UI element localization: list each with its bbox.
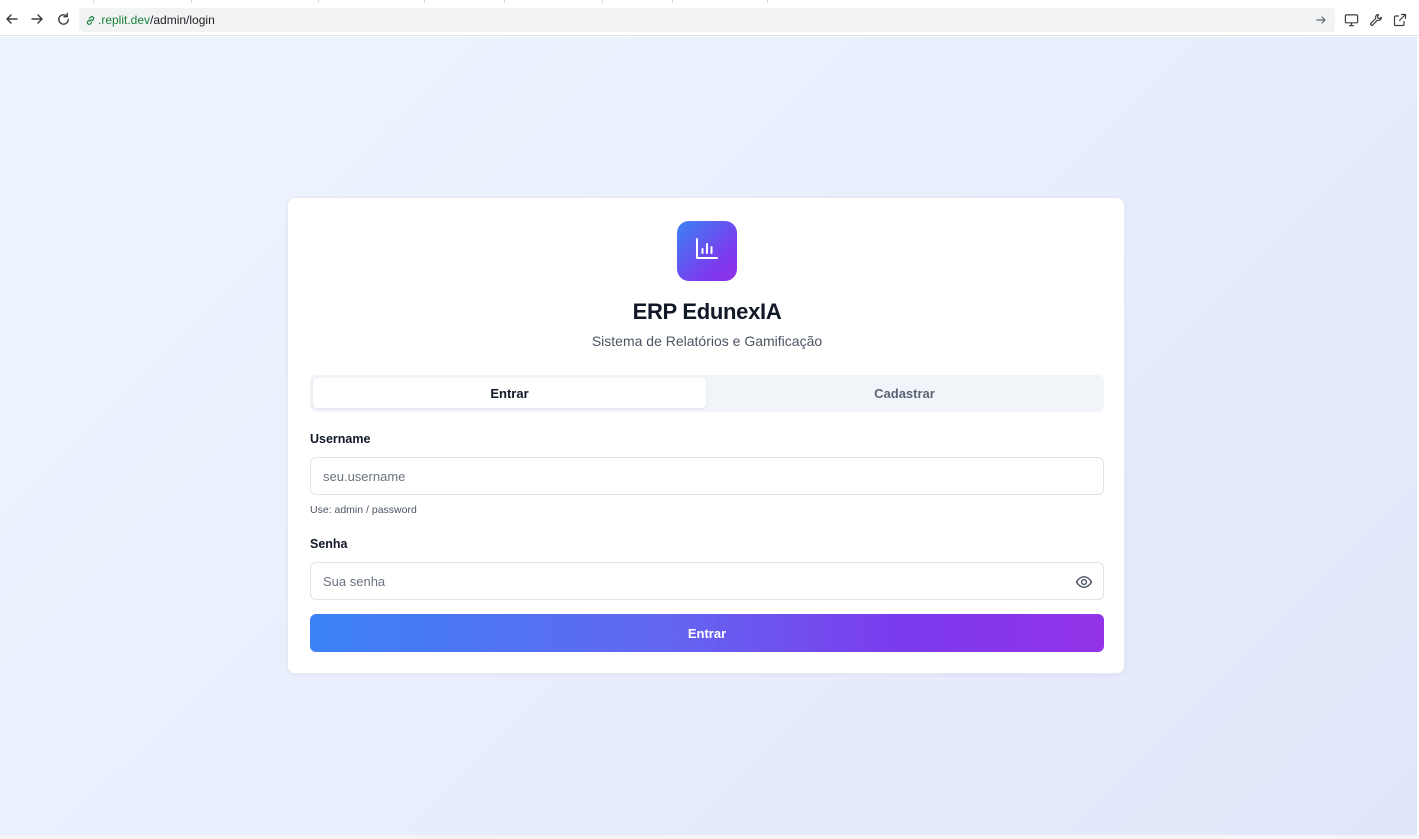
username-input[interactable]: seu.username bbox=[310, 457, 1104, 495]
app-logo bbox=[677, 221, 737, 281]
go-arrow-icon[interactable] bbox=[1313, 12, 1329, 28]
bar-chart-icon bbox=[694, 236, 720, 267]
browser-toolbar: .replit.dev/admin/login bbox=[0, 3, 1419, 36]
password-input[interactable]: Sua senha bbox=[310, 562, 1104, 600]
link-icon bbox=[83, 13, 97, 27]
forward-arrow-icon[interactable] bbox=[27, 9, 47, 29]
reload-icon[interactable] bbox=[53, 9, 73, 29]
username-placeholder: seu.username bbox=[323, 468, 406, 484]
auth-tabs: Entrar Cadastrar bbox=[310, 375, 1104, 412]
external-link-icon[interactable] bbox=[1391, 11, 1409, 29]
app-title: ERP EdunexIA bbox=[632, 299, 782, 324]
address-bar[interactable]: .replit.dev/admin/login bbox=[79, 8, 1335, 32]
tab-cadastrar[interactable]: Cadastrar bbox=[708, 378, 1101, 408]
login-hint: Use: admin / password bbox=[310, 504, 417, 516]
login-card: ERP EdunexIA Sistema de Relatórios e Gam… bbox=[287, 197, 1125, 674]
url-domain: .replit.dev bbox=[98, 13, 151, 27]
wrench-icon[interactable] bbox=[1367, 11, 1385, 29]
username-label: Username bbox=[310, 432, 371, 446]
tab-entrar[interactable]: Entrar bbox=[313, 378, 706, 408]
login-submit-button[interactable]: Entrar bbox=[310, 614, 1104, 652]
app-subtitle: Sistema de Relatórios e Gamificação bbox=[591, 333, 823, 349]
password-label: Senha bbox=[310, 537, 348, 551]
monitor-icon[interactable] bbox=[1342, 11, 1360, 29]
password-placeholder: Sua senha bbox=[323, 573, 386, 589]
back-arrow-icon[interactable] bbox=[2, 9, 22, 29]
window-edge bbox=[0, 835, 1419, 839]
eye-icon[interactable] bbox=[1075, 573, 1093, 591]
url-path: /admin/login bbox=[150, 13, 215, 27]
